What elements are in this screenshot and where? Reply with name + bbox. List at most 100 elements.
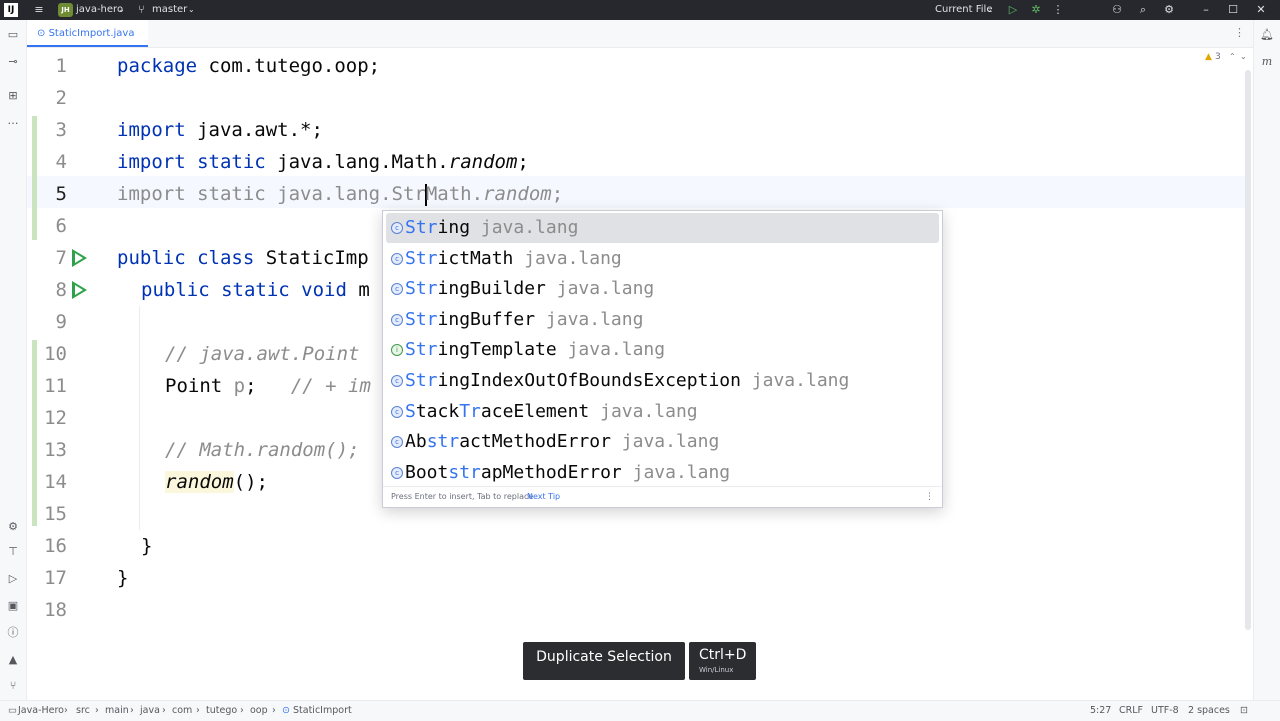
breadcrumb-item[interactable]: StaticImport [293,701,352,721]
tab-staticimport[interactable]: ⊙ StaticImport.java [27,20,149,47]
close-icon[interactable]: ✕ [1254,3,1268,17]
add-user-icon[interactable]: ⚇ [1110,3,1124,17]
structure-icon[interactable]: ⊞ [6,89,20,103]
completion-item[interactable]: c StringIndexOutOfBoundsException java.l… [386,366,939,396]
run-class-icon[interactable] [72,249,87,267]
git-icon[interactable]: ⑂ [6,679,20,693]
warning-icon[interactable]: ▲ [1205,52,1212,62]
completion-hint: Press Enter to insert, Tab to replace [391,492,534,501]
maximize-icon[interactable]: ☐ [1226,3,1240,17]
code-line: package com.tutego.oop; [117,55,381,77]
text-caret [424,183,427,206]
completion-item[interactable]: i StringTemplate java.lang [386,335,939,365]
problems-icon[interactable]: ⓘ [6,626,20,640]
chevron-up-icon[interactable]: ⌃ [1229,52,1236,61]
line-number: 2 [55,87,67,109]
run-icon[interactable]: ▷ [1006,3,1020,17]
completion-item[interactable]: c AbstractMethodError java.lang [386,427,939,457]
popup-more-icon[interactable]: ⋮ [925,487,934,507]
line-number: 15 [44,503,67,525]
breadcrumb-separator: › [196,705,200,716]
class-icon: ⊙ [282,705,290,716]
code-line: } [141,535,153,557]
left-tool-strip: ▭ ⊸ ⊞ … ⚙ ⊤ ▷ ▣ ⓘ ▲ ⑂ [0,20,27,700]
editor-scrollbar[interactable] [1245,70,1251,630]
breadcrumb-item[interactable]: oop [250,701,268,721]
class-icon: c [391,283,403,295]
class-icon: c [391,314,403,326]
more-tools-icon[interactable]: … [6,114,20,128]
line-number: 9 [55,311,67,333]
interface-icon: i [391,344,403,356]
class-icon: c [391,467,403,479]
completion-item[interactable]: c BootstrapMethodError java.lang [386,458,939,488]
breadcrumb-separator: › [162,705,166,716]
line-number: 6 [55,215,67,237]
code-line: // java.awt.Point [165,343,360,365]
completion-item[interactable]: c StringBuilder java.lang [386,274,939,304]
services-icon[interactable]: ⚙ [6,520,20,534]
chevron-down-icon[interactable]: ⌄ [1240,52,1247,61]
build-icon[interactable]: ⊤ [6,545,20,559]
breadcrumb-module-icon: ▭ [8,705,17,716]
intellij-logo-icon: IJ [4,3,18,17]
class-icon: c [391,253,403,265]
breadcrumb-item[interactable]: java [140,701,160,721]
line-separator[interactable]: CRLF [1119,701,1143,721]
run-config-selector[interactable]: Current File [935,0,992,20]
chevron-down-icon[interactable]: ⌄ [118,0,125,20]
main-menu-icon[interactable]: ≡ [32,3,46,17]
branch-icon: ⑂ [138,3,145,16]
completion-item[interactable]: c StringBuffer java.lang [386,305,939,335]
class-icon: c [391,222,403,234]
line-number: 18 [44,599,67,621]
terminal-icon[interactable]: ▣ [6,599,20,613]
more-actions-icon[interactable]: ⋮ [1051,3,1065,17]
warning-icon[interactable]: ▲ [6,653,20,667]
maven-icon[interactable]: m [1260,55,1274,69]
line-number: 10 [44,343,67,365]
indent-setting[interactable]: 2 spaces [1188,701,1230,721]
debug-icon[interactable]: ✲ [1029,3,1043,17]
run-main-icon[interactable] [72,281,87,299]
code-completion-popup[interactable]: c String java.lang c StrictMath java.lan… [382,210,943,508]
search-icon[interactable]: ⌕ [1136,3,1150,17]
caret-position[interactable]: 5:27 [1090,701,1111,721]
breadcrumb-separator: › [130,705,134,716]
breadcrumb-item[interactable]: src [76,701,90,721]
file-encoding[interactable]: UTF-8 [1151,701,1179,721]
completion-item[interactable]: c String java.lang [386,213,939,243]
chevron-down-icon[interactable]: ⌄ [986,0,993,20]
readonly-lock-icon[interactable]: ⊡ [1240,701,1248,721]
warnings-count[interactable]: 3 [1215,52,1221,62]
code-line: random(); [165,471,268,493]
tab-more-icon[interactable]: ⋮ [1234,26,1245,39]
breadcrumb-item[interactable]: com [172,701,192,721]
project-name[interactable]: java-hero [76,0,123,20]
breadcrumb-item[interactable]: main [105,701,129,721]
settings-icon[interactable]: ⚙ [1162,3,1176,17]
class-icon: c [391,436,403,448]
project-folder-icon[interactable]: ▭ [6,28,20,42]
project-badge[interactable]: JH [58,3,73,17]
line-number: 3 [55,119,67,141]
java-class-icon: ⊙ [37,28,49,39]
commit-icon[interactable]: ⊸ [6,55,20,69]
code-line: import java.awt.*; [117,119,323,141]
breadcrumb-separator: › [240,705,244,716]
completion-item[interactable]: c StrictMath java.lang [386,244,939,274]
run-tool-icon[interactable]: ▷ [6,572,20,586]
completion-item[interactable]: c StackTraceElement java.lang [386,397,939,427]
minimize-icon[interactable]: – [1199,3,1213,17]
code-line: Point p; // + im [165,375,371,397]
breadcrumb-item[interactable]: Java-Hero [18,701,64,721]
breadcrumb-item[interactable]: tutego [206,701,237,721]
keycast-shortcut: Ctrl+D Win/Linux [689,642,756,680]
line-number: 5 [55,183,67,205]
notifications-icon[interactable]: 🔔︎ [1260,28,1274,42]
line-number: 8 [55,279,67,301]
branch-name[interactable]: master [152,0,187,20]
next-tip-link[interactable]: Next Tip [527,487,560,507]
chevron-down-icon[interactable]: ⌄ [188,0,195,20]
completion-hint-bar: Press Enter to insert, Tab to replace Ne… [383,486,942,507]
